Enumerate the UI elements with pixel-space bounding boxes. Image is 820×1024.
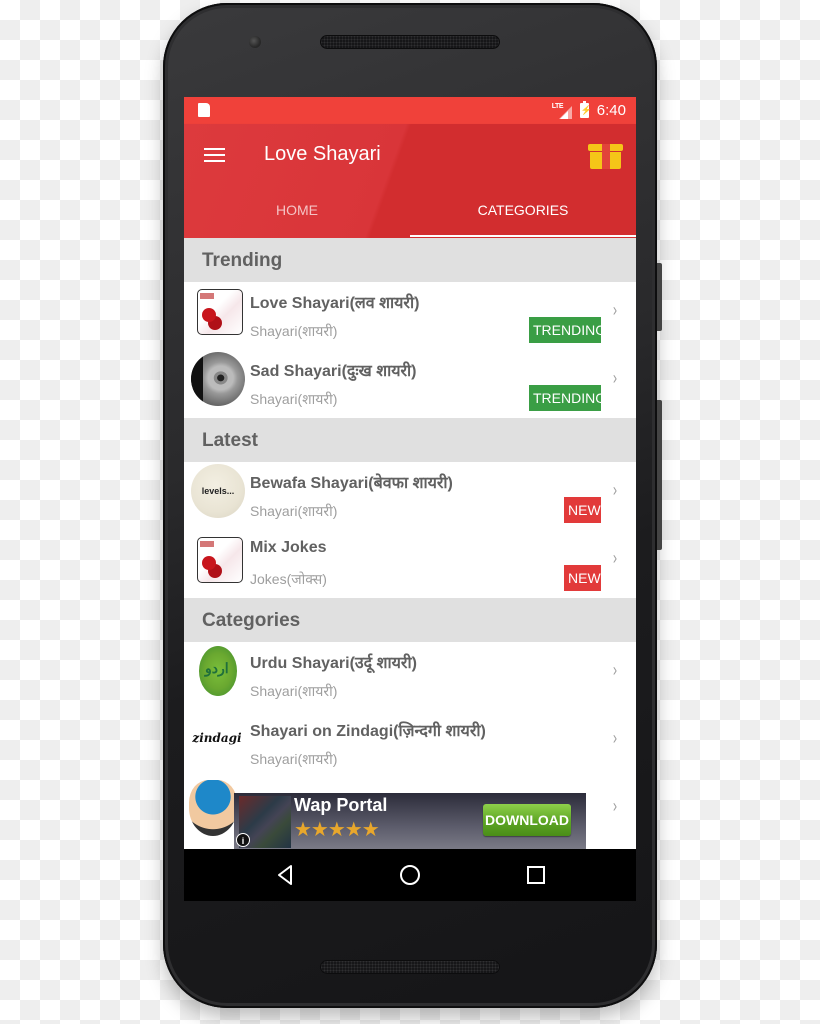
- zindagi-shayari-thumbnail: zindagi: [192, 720, 241, 756]
- volume-button: [657, 400, 662, 550]
- earpiece-speaker: [320, 35, 500, 49]
- tab-categories[interactable]: CATEGORIES: [410, 194, 636, 238]
- app-bar: Love Shayari HOME CATEGORIES: [184, 124, 636, 238]
- section-header-trending: Trending: [184, 238, 636, 282]
- trending-badge: TRENDING: [529, 317, 606, 343]
- ad-star-rating: ★★★★★: [294, 819, 380, 841]
- list-item[interactable]: Sad Shayari(दुःख शायरी) Shayari(शायरी) T…: [184, 350, 636, 418]
- item-title: Shayari on Zindagi(ज़िन्दगी शायरी): [250, 723, 486, 740]
- signal-icon: LTE: [552, 103, 572, 119]
- trending-badge: TRENDING: [529, 385, 606, 411]
- item-title: Sad Shayari(दुःख शायरी): [250, 363, 417, 380]
- item-subtitle: Shayari(शायरी): [250, 391, 338, 407]
- ad-download-button[interactable]: DOWNLOAD: [483, 804, 571, 836]
- ad-title: Wap Portal: [294, 795, 388, 815]
- tab-home[interactable]: HOME: [184, 194, 410, 238]
- item-title: Mix Jokes: [250, 539, 327, 556]
- power-button: [657, 263, 662, 331]
- category-list: Trending Love Shayari(लव शायरी) Shayari(…: [184, 238, 636, 846]
- section-header-latest: Latest: [184, 418, 636, 462]
- thumbnail-text: zindagi: [192, 731, 242, 745]
- item-subtitle: Shayari(शायरी): [250, 751, 338, 767]
- section-header-categories: Categories: [184, 598, 636, 642]
- item-title: Urdu Shayari(उर्दू शायरी): [250, 655, 417, 672]
- clock: 6:40: [596, 102, 626, 119]
- tab-bar: HOME CATEGORIES: [184, 194, 636, 238]
- front-camera: [249, 36, 261, 48]
- chevron-right-icon: ›: [612, 660, 618, 680]
- list-item[interactable]: Mix Jokes Jokes(जोक्स) NEW ›: [184, 530, 636, 598]
- new-badge: NEW: [564, 565, 601, 591]
- ad-info-icon[interactable]: i: [236, 833, 250, 847]
- chevron-right-icon: ›: [612, 548, 618, 568]
- phone-screen: LTE ⚡ 6:40 Love Shayari HOME CATEGORIES …: [184, 97, 636, 901]
- chevron-right-icon: ›: [612, 368, 618, 388]
- hamburger-menu-icon[interactable]: [204, 148, 226, 164]
- app-title: Love Shayari: [264, 143, 381, 165]
- bottom-speaker: [320, 960, 500, 974]
- urdu-shayari-thumbnail: [199, 646, 237, 696]
- gift-icon[interactable]: [588, 144, 623, 172]
- love-shayari-thumbnail: [197, 289, 243, 335]
- bewafa-shayari-thumbnail: levels...: [191, 464, 245, 518]
- back-triangle-icon[interactable]: [272, 861, 300, 889]
- list-item[interactable]: zindagi Shayari on Zindagi(ज़िन्दगी शायर…: [184, 710, 636, 778]
- sad-shayari-thumbnail: [191, 352, 245, 406]
- status-bar: LTE ⚡ 6:40: [184, 97, 636, 124]
- list-item[interactable]: Love Shayari(लव शायरी) Shayari(शायरी) TR…: [184, 282, 636, 350]
- list-item[interactable]: Urdu Shayari(उर्दू शायरी) Shayari(शायरी)…: [184, 642, 636, 710]
- mix-jokes-thumbnail: [197, 537, 243, 583]
- chevron-right-icon: ›: [612, 796, 618, 816]
- recents-square-icon[interactable]: [522, 861, 550, 889]
- cartoon-thumbnail: [189, 780, 237, 836]
- item-subtitle: Shayari(शायरी): [250, 323, 338, 339]
- ad-banner[interactable]: i Wap Portal ★★★★★ DOWNLOAD: [234, 793, 586, 849]
- home-circle-icon[interactable]: [396, 861, 424, 889]
- item-title: Bewafa Shayari(बेवफा शायरी): [250, 475, 453, 492]
- new-badge: NEW: [564, 497, 601, 523]
- list-item[interactable]: levels... Bewafa Shayari(बेवफा शायरी) Sh…: [184, 462, 636, 530]
- item-title: Love Shayari(लव शायरी): [250, 295, 420, 312]
- item-subtitle: Shayari(शायरी): [250, 503, 338, 519]
- sd-card-icon: [198, 103, 210, 117]
- navigation-bar: [184, 849, 636, 901]
- thumbnail-text: levels...: [201, 486, 235, 496]
- item-subtitle: Shayari(शायरी): [250, 683, 338, 699]
- chevron-right-icon: ›: [612, 300, 618, 320]
- battery-charging-icon: ⚡: [579, 101, 592, 118]
- item-subtitle: Jokes(जोक्स): [250, 571, 327, 587]
- chevron-right-icon: ›: [612, 728, 618, 748]
- chevron-right-icon: ›: [612, 480, 618, 500]
